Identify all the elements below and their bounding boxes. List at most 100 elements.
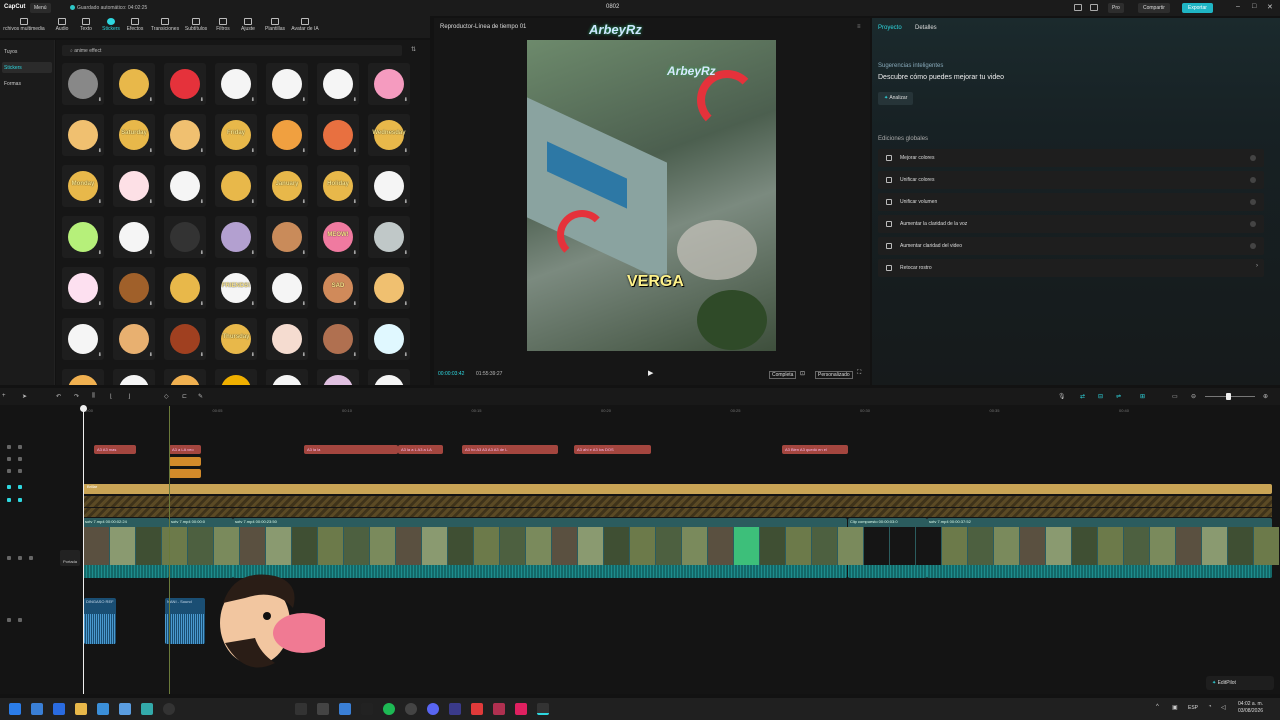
capcut-icon[interactable] (361, 703, 373, 715)
download-icon[interactable]: ⬇ (251, 250, 255, 256)
app-icon[interactable] (493, 703, 505, 715)
audio-clip[interactable]: DINGASO REF (84, 598, 116, 644)
track-eye-icon[interactable] (18, 485, 22, 489)
download-icon[interactable]: ⬇ (149, 250, 153, 256)
track-lock-icon[interactable] (7, 556, 11, 560)
auto-snap-icon[interactable]: ⊞ (1140, 393, 1145, 400)
app-icon[interactable] (119, 703, 131, 715)
sticker-item[interactable]: ⬇ (113, 318, 155, 360)
global-item-unify-colors[interactable]: Unificar colores (878, 171, 1264, 189)
download-icon[interactable]: ⬇ (98, 148, 102, 154)
tool-media[interactable]: rchivos multimedia (0, 18, 48, 32)
download-icon[interactable]: ⬇ (149, 301, 153, 307)
download-icon[interactable]: ⬇ (353, 199, 357, 205)
edge-icon[interactable] (53, 703, 65, 715)
text-clip[interactable]: A3 ho A3 A3 A3 A3 de L (462, 445, 558, 454)
analyze-button[interactable]: ✦ Analizar (878, 92, 914, 105)
nav-item-stickers[interactable]: Stickers (2, 62, 52, 73)
download-icon[interactable]: ⬇ (353, 301, 357, 307)
text-clip[interactable]: A3 a LA veo (169, 445, 201, 454)
tray-chevron-icon[interactable]: ^ (1156, 704, 1159, 710)
track-eye-icon[interactable] (18, 556, 22, 560)
tool-templates[interactable]: Plantillas (260, 18, 290, 32)
playhead[interactable] (83, 406, 84, 694)
track-eye-icon[interactable] (18, 469, 22, 473)
folder-icon[interactable] (75, 703, 87, 715)
redo-icon[interactable]: ↷ (74, 393, 79, 400)
sticker-item[interactable]: ⬇ (266, 63, 308, 105)
sticker-item[interactable]: ⬇ (368, 216, 410, 258)
menu-button[interactable]: Menú (30, 3, 51, 13)
global-item-unify-volume[interactable]: Unificar volumen (878, 193, 1264, 211)
app-icon[interactable] (317, 703, 329, 715)
wifi-icon[interactable]: ◔ (1208, 704, 1212, 710)
tool-adjust[interactable]: Ajuste (234, 18, 262, 32)
tool-text[interactable]: Texto (72, 18, 100, 32)
text-clip[interactable]: A3 A3 mas (94, 445, 136, 454)
download-icon[interactable]: ⬇ (404, 199, 408, 205)
tool-subtitles[interactable]: Subtítulos (182, 18, 210, 32)
sticker-item[interactable]: ⬇ (368, 63, 410, 105)
split-left-icon[interactable]: ⌊ (110, 393, 112, 400)
sticker-item[interactable]: Friday ⬇ (215, 114, 257, 156)
download-icon[interactable]: ⬇ (149, 352, 153, 358)
layout-icon[interactable] (1074, 4, 1082, 11)
sticker-item[interactable]: ⬇ (113, 267, 155, 309)
nav-item-shapes[interactable]: Formas (2, 78, 52, 89)
editpilot-button[interactable]: ✦ EditPilot (1206, 676, 1274, 690)
ratio-button[interactable]: Personalizado (815, 371, 853, 379)
sticker-clip[interactable] (169, 457, 201, 466)
sticker-item[interactable]: ⬇ (164, 114, 206, 156)
preview-axis-icon[interactable]: ⇌ (1116, 393, 1121, 400)
download-icon[interactable]: ⬇ (251, 148, 255, 154)
sticker-item[interactable]: ⬇ (113, 216, 155, 258)
toggle-dot[interactable] (1250, 199, 1256, 205)
sticker-item[interactable]: ⬇ (266, 267, 308, 309)
tray-app-icon[interactable]: ▣ (1172, 704, 1178, 711)
zoom-out-icon[interactable]: ⊖ (1191, 393, 1196, 400)
fit-icon[interactable]: ⊡ (800, 370, 805, 377)
download-icon[interactable]: ⬇ (98, 301, 102, 307)
capcut-active-icon[interactable] (537, 703, 549, 715)
track-lock-icon[interactable] (7, 485, 11, 489)
download-icon[interactable]: ⬇ (251, 199, 255, 205)
effect-track[interactable]: Brillar (83, 484, 1272, 494)
download-icon[interactable]: ⬇ (353, 97, 357, 103)
adjustment-track[interactable] (83, 508, 1272, 517)
play-button[interactable]: ▶ (648, 369, 653, 377)
link-icon[interactable]: ⇄ (1080, 393, 1085, 400)
close-icon[interactable]: ✕ (1267, 3, 1273, 11)
playhead-handle[interactable] (80, 405, 87, 412)
sticker-item[interactable]: MEOW! ⬇ (317, 216, 359, 258)
search-input[interactable]: ⌕ anime effect (62, 45, 402, 56)
sticker-item[interactable]: Saturday ⬇ (113, 114, 155, 156)
tiktok-icon[interactable] (515, 703, 527, 715)
undo-icon[interactable]: ↶ (56, 393, 61, 400)
download-icon[interactable]: ⬇ (200, 301, 204, 307)
download-icon[interactable]: ⬇ (302, 97, 306, 103)
sticker-item[interactable]: ⬇ (113, 369, 155, 385)
sticker-item[interactable]: ⬇ (62, 63, 104, 105)
app-icon[interactable] (449, 703, 461, 715)
system-clock[interactable]: 04:02 a. m. 03/08/2026 (1238, 701, 1263, 715)
download-icon[interactable]: ⬇ (149, 199, 153, 205)
add-icon[interactable]: + (2, 393, 6, 399)
sticker-item[interactable]: ⬇ (215, 216, 257, 258)
sticker-item[interactable]: ⬇ (368, 267, 410, 309)
track-lock-icon[interactable] (7, 445, 11, 449)
sticker-item[interactable]: ⬇ (368, 165, 410, 207)
download-icon[interactable]: ⬇ (98, 250, 102, 256)
download-icon[interactable]: ⬇ (200, 148, 204, 154)
download-icon[interactable]: ⬇ (404, 352, 408, 358)
audio-clip[interactable]: NANI - Sound (165, 598, 205, 644)
complete-button[interactable]: Completa (769, 371, 797, 379)
sticker-item[interactable]: ⬇ (317, 369, 359, 385)
sticker-item[interactable]: ⬇ (164, 267, 206, 309)
sticker-item[interactable]: ⬇ (164, 63, 206, 105)
tool-ai-avatar[interactable]: Avatar de IA (288, 18, 322, 32)
fullscreen-icon[interactable]: ⛶ (857, 370, 861, 377)
track-lock-icon[interactable] (7, 457, 11, 461)
download-icon[interactable]: ⬇ (251, 301, 255, 307)
sticker-item[interactable]: ⬇ (317, 318, 359, 360)
app-icon[interactable] (163, 703, 175, 715)
